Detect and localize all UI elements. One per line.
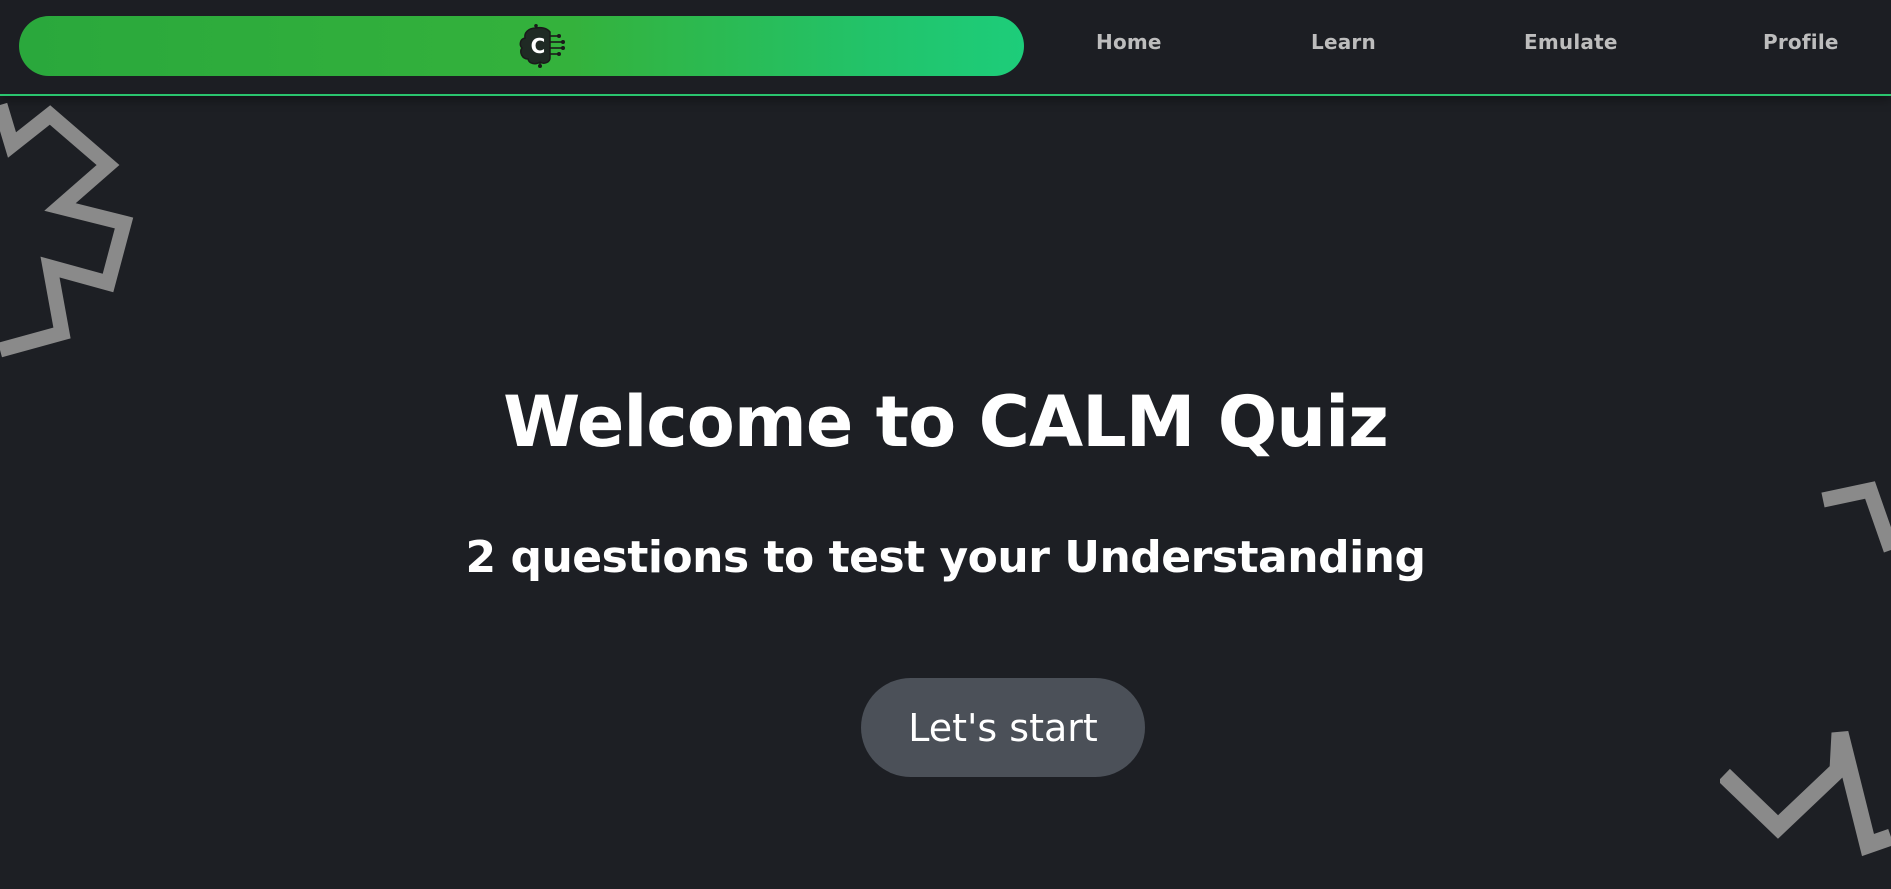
page-subtitle: 2 questions to test your Understanding bbox=[465, 532, 1426, 583]
nav-link-emulate[interactable]: Emulate bbox=[1524, 30, 1618, 54]
nav-link-profile[interactable]: Profile bbox=[1763, 30, 1839, 54]
zigzag-decoration-top-left bbox=[0, 102, 134, 358]
top-navbar: C Home Learn Emulate Profile bbox=[0, 0, 1891, 96]
nav-links: Home Learn Emulate Profile bbox=[1060, 0, 1891, 90]
nav-link-learn[interactable]: Learn bbox=[1311, 30, 1376, 54]
brain-circuit-icon: C bbox=[519, 24, 565, 68]
zigzag-decoration-bottom-right bbox=[1720, 730, 1891, 857]
logo-home-button[interactable]: C bbox=[19, 16, 1024, 76]
logo-letter: C bbox=[531, 34, 546, 58]
page-title: Welcome to CALM Quiz bbox=[503, 381, 1389, 463]
page: C Home Learn Emulate Profile Welcome to … bbox=[0, 0, 1891, 889]
nav-link-home[interactable]: Home bbox=[1096, 30, 1162, 54]
start-quiz-button[interactable]: Let's start bbox=[861, 678, 1145, 777]
